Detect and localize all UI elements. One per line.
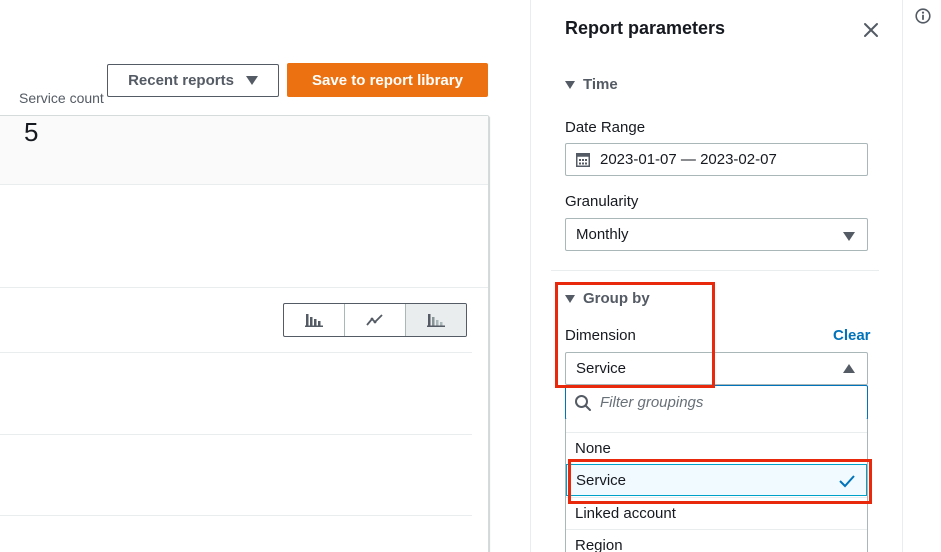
- search-icon: [575, 394, 591, 411]
- date-range-value: 2023-01-07 — 2023-02-07: [600, 151, 777, 168]
- report-main-area: Recent reports Save to report library Se…: [0, 0, 530, 552]
- dimension-value: Service: [576, 360, 627, 377]
- close-icon: [864, 23, 878, 37]
- card-header: [0, 116, 488, 185]
- bar-chart-icon: [305, 314, 323, 327]
- panel-title: Report parameters: [565, 18, 726, 38]
- info-button[interactable]: [915, 8, 931, 29]
- chart-type-toggle: [283, 303, 467, 337]
- recent-reports-dropdown[interactable]: Recent reports: [107, 64, 279, 97]
- save-to-report-library-button[interactable]: Save to report library: [287, 63, 488, 97]
- divider: [0, 352, 472, 353]
- filter-groupings-input[interactable]: [600, 394, 850, 411]
- divider: [0, 434, 472, 435]
- service-count-value: 5: [24, 117, 39, 147]
- granularity-select[interactable]: Monthly: [565, 218, 868, 251]
- service-count-label: Service count: [19, 90, 104, 106]
- time-section-label: Time: [583, 76, 618, 93]
- option-none[interactable]: None: [566, 432, 867, 464]
- divider: [551, 270, 879, 271]
- option-linked-account[interactable]: Linked account: [566, 497, 867, 529]
- option-service[interactable]: Service: [566, 464, 867, 496]
- checkmark-icon: [839, 475, 855, 488]
- caret-down-icon: [245, 76, 258, 85]
- dimension-options-list: None Service Linked account Region: [565, 419, 868, 552]
- caret-down-icon: [565, 80, 575, 89]
- caret-up-icon: [843, 364, 855, 373]
- dimension-select[interactable]: Service: [565, 352, 868, 385]
- line-chart-option[interactable]: [345, 304, 406, 336]
- report-parameters-panel: Report parameters Time Date Range 2023-0…: [530, 0, 902, 552]
- stacked-bar-chart-option[interactable]: [406, 304, 466, 336]
- recent-reports-label: Recent reports: [128, 72, 234, 89]
- time-section-toggle[interactable]: Time: [565, 76, 618, 93]
- bar-chart-option[interactable]: [284, 304, 345, 336]
- divider: [0, 515, 472, 516]
- stacked-bar-chart-icon: [427, 314, 445, 327]
- calendar-icon: [576, 152, 590, 167]
- caret-down-icon: [843, 232, 855, 241]
- line-chart-icon: [366, 314, 383, 326]
- granularity-value: Monthly: [576, 226, 629, 243]
- info-icon: [915, 8, 931, 24]
- filter-groupings-field[interactable]: [565, 385, 868, 420]
- group-by-section-toggle[interactable]: Group by: [565, 290, 650, 307]
- caret-down-icon: [565, 294, 575, 303]
- date-range-label: Date Range: [565, 119, 646, 136]
- granularity-label: Granularity: [565, 193, 639, 210]
- option-region[interactable]: Region: [566, 529, 867, 552]
- help-strip: [902, 0, 941, 552]
- group-by-section-label: Group by: [583, 290, 650, 307]
- clear-dimension-link[interactable]: Clear: [833, 327, 871, 344]
- close-panel-button[interactable]: [861, 20, 881, 40]
- dimension-label: Dimension: [565, 327, 636, 344]
- option-label: Service: [576, 471, 627, 489]
- divider: [0, 287, 488, 288]
- date-range-picker[interactable]: 2023-01-07 — 2023-02-07: [565, 143, 868, 176]
